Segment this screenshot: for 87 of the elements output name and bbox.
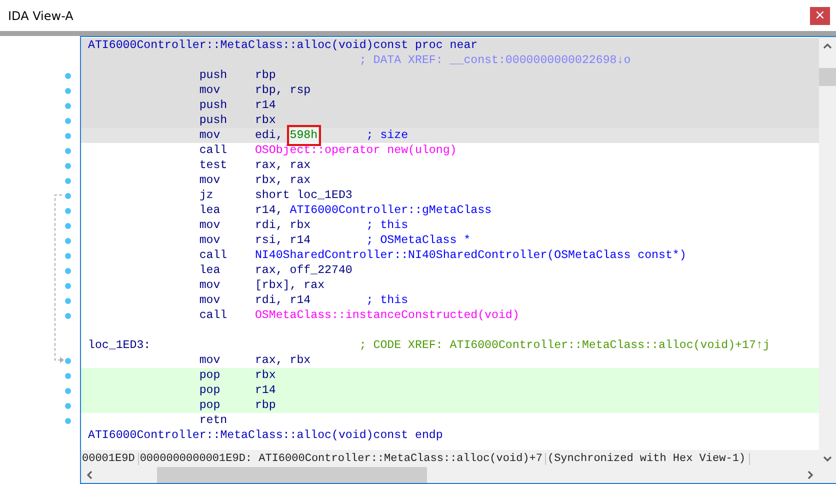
line-dot-icon: [65, 252, 71, 258]
line-dot-icon: [65, 418, 71, 424]
mnemonic: pop: [199, 383, 222, 398]
line-dot-icon: [65, 372, 71, 378]
operand: r14: [254, 98, 276, 113]
xref-comment: ; CODE XREF: ATI6000Controller::MetaClass::alloc(void)+17↑j: [359, 338, 770, 353]
mnemonic: call: [199, 248, 228, 263]
proc-end: ATI6000Controller::MetaClass::alloc(void)const endp: [88, 428, 443, 443]
mnemonic: call: [199, 308, 228, 323]
operand: rbx, rax: [254, 173, 311, 188]
status-field: 0000000000001E9D: ATI6000Controller::MetaClass::alloc(void)+7: [138, 452, 546, 464]
operand: rbp: [254, 68, 276, 83]
mnemonic: mov: [199, 173, 222, 188]
operand: rax, rax: [254, 158, 311, 173]
operand: edi,: [254, 128, 284, 143]
operand: rbx: [254, 368, 276, 383]
line-dot-icon: [65, 282, 71, 288]
comment: ; size: [366, 128, 408, 143]
mnemonic: lea: [199, 263, 222, 278]
line-dot-icon: [65, 178, 71, 184]
mnemonic: mov: [199, 353, 222, 368]
line-dot-icon: [65, 148, 71, 154]
line-dot-icon: [65, 72, 71, 78]
mnemonic: mov: [199, 233, 222, 248]
mnemonic: test: [199, 158, 228, 173]
operand: rsi, r14: [254, 233, 311, 248]
line-dot-icon: [65, 102, 71, 108]
mnemonic: mov: [199, 293, 222, 308]
mnemonic: mov: [199, 128, 222, 143]
operand: r14,: [254, 203, 284, 218]
proc-header: ATI6000Controller::MetaClass::alloc(void)const proc near: [88, 38, 478, 53]
mnemonic: pop: [199, 398, 222, 413]
operand: ATI6000Controller::gMetaClass: [290, 203, 492, 218]
comment: ; this: [366, 293, 408, 308]
line-dot-icon: [65, 192, 71, 198]
boxed-operand: 598h: [290, 128, 318, 143]
line-dot-icon: [65, 162, 71, 168]
mnemonic: pop: [199, 368, 222, 383]
status-field: 00001E9D: [81, 452, 139, 464]
mnemonic: mov: [199, 278, 222, 293]
line-dot-icon: [65, 268, 71, 274]
operand: rbx: [254, 113, 276, 128]
mnemonic: push: [199, 113, 228, 128]
line-dot-icon: [65, 402, 71, 408]
line-dot-icon: [65, 238, 71, 244]
line-dot-icon: [65, 118, 71, 124]
operand: r14: [254, 383, 276, 398]
scroll-thumb[interactable]: [157, 467, 427, 483]
operand: rdi, rbx: [254, 218, 311, 233]
code-label: loc_1ED3:: [88, 338, 152, 353]
line-dot-icon: [65, 222, 71, 228]
mnemonic: mov: [199, 218, 222, 233]
comment: ; this: [366, 218, 408, 233]
mnemonic: mov: [199, 83, 222, 98]
line-dot-icon: [65, 88, 71, 94]
operand: [rbx], rax: [254, 278, 325, 293]
line-dot-icon: [65, 298, 71, 304]
line-dot-icon: [65, 132, 71, 138]
operand: rdi, r14: [254, 293, 311, 308]
mnemonic: call: [199, 143, 228, 158]
operand: rax, off_22740: [254, 263, 352, 278]
close-button[interactable]: ×: [810, 6, 830, 24]
mnemonic: lea: [199, 203, 222, 218]
scroll-right-icon[interactable]: [808, 470, 814, 480]
operand: short loc_1ED3: [254, 188, 352, 203]
line-dot-icon: [65, 312, 71, 318]
line-dot-icon: [65, 358, 71, 364]
mnemonic: push: [199, 98, 228, 113]
comment: ; OSMetaClass *: [366, 233, 471, 248]
mnemonic: jz: [199, 188, 214, 203]
scroll-down-icon[interactable]: [823, 456, 832, 462]
operand: OSObject::operator new(ulong): [254, 143, 457, 158]
operand: OSMetaClass::instanceConstructed(void): [254, 308, 520, 323]
scroll-thumb[interactable]: [819, 68, 836, 86]
mnemonic: retn: [199, 413, 228, 428]
operand: NI40SharedController::NI40SharedController(OSMetaClass const*): [254, 248, 686, 263]
operand: rax, rbx: [254, 353, 311, 368]
line-dot-icon: [65, 208, 71, 214]
scroll-left-icon[interactable]: [86, 470, 92, 480]
operand: rbp: [254, 398, 276, 413]
status-field: (Synchronized with Hex View-1): [546, 452, 750, 464]
line-dot-icon: [65, 388, 71, 394]
xref-comment: ; DATA XREF: __const:0000000000022698↓o: [359, 53, 631, 68]
scroll-up-icon[interactable]: [823, 42, 832, 48]
operand: rbp, rsp: [254, 83, 311, 98]
window-title: IDA View-A: [8, 8, 74, 22]
mnemonic: push: [199, 68, 228, 83]
